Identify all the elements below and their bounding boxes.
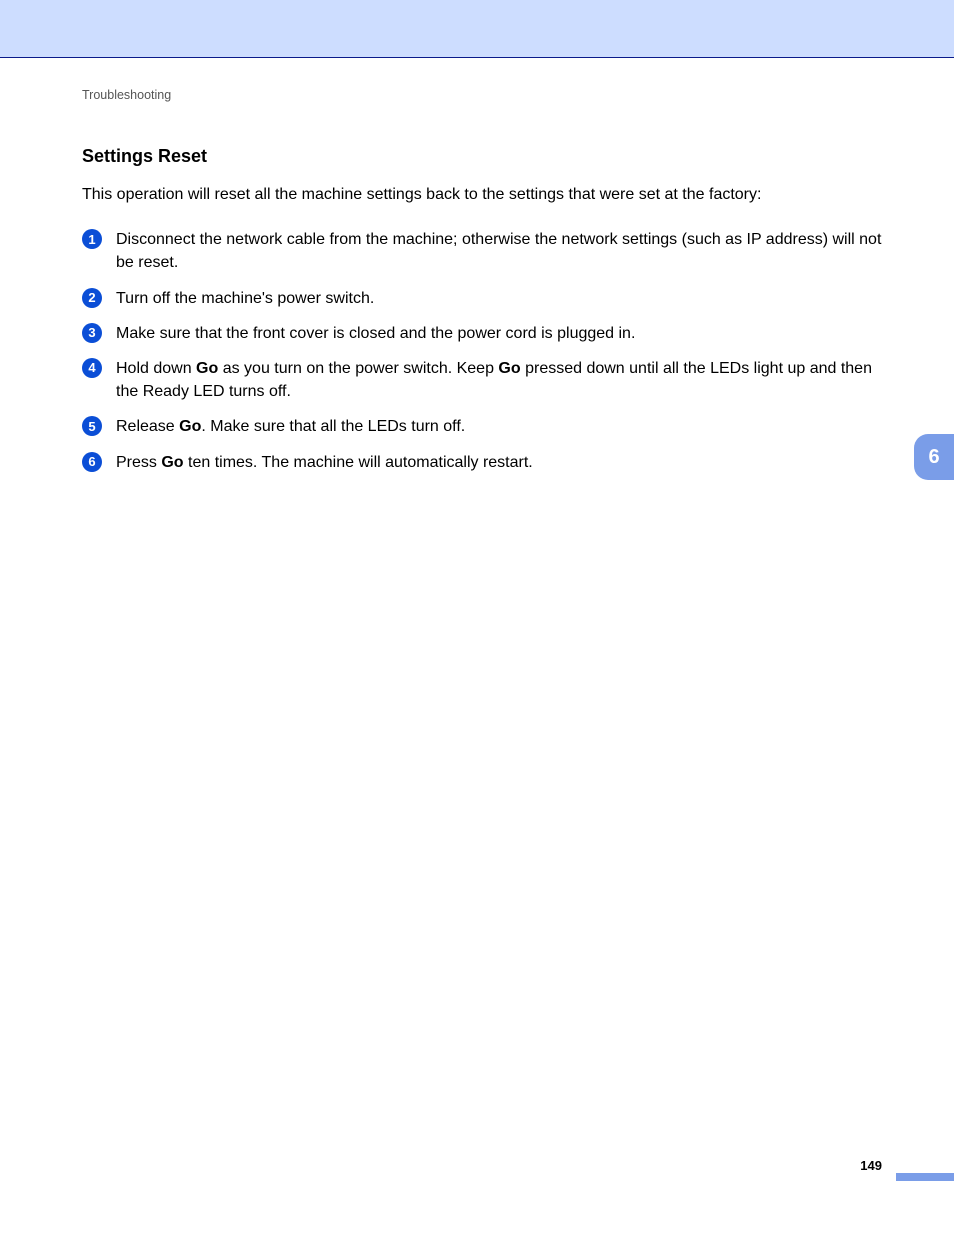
step-number-icon: 6 [82, 452, 102, 472]
step-item: 4 Hold down Go as you turn on the power s… [82, 357, 894, 403]
page-number: 149 [860, 1158, 882, 1173]
step-text: Disconnect the network cable from the ma… [116, 231, 881, 271]
step-item: 6 Press Go ten times. The machine will au… [82, 451, 894, 474]
step-item: 2 Turn off the machine's power switch. [82, 287, 894, 310]
step-number-icon: 2 [82, 288, 102, 308]
step-item: 1 Disconnect the network cable from the m… [82, 228, 894, 274]
step-text: Turn off the machine's power switch. [116, 290, 374, 307]
breadcrumb: Troubleshooting [82, 88, 894, 102]
step-text: Press Go ten times. The machine will aut… [116, 454, 533, 471]
steps-list: 1 Disconnect the network cable from the m… [82, 228, 894, 474]
bold-keyword: Go [498, 360, 520, 377]
step-number-icon: 1 [82, 229, 102, 249]
bold-keyword: Go [179, 418, 201, 435]
bold-keyword: Go [161, 454, 183, 471]
step-number-icon: 5 [82, 416, 102, 436]
intro-paragraph: This operation will reset all the machin… [82, 183, 894, 206]
step-number-icon: 4 [82, 358, 102, 378]
content-area: Troubleshooting Settings Reset This oper… [0, 58, 954, 474]
top-banner [0, 0, 954, 58]
step-text: Hold down Go as you turn on the power sw… [116, 360, 872, 400]
step-text: Make sure that the front cover is closed… [116, 325, 635, 342]
step-item: 5 Release Go. Make sure that all the LEDs… [82, 415, 894, 438]
step-item: 3 Make sure that the front cover is close… [82, 322, 894, 345]
footer-accent [896, 1173, 954, 1181]
bold-keyword: Go [196, 360, 218, 377]
page: Troubleshooting Settings Reset This oper… [0, 0, 954, 1235]
step-number-icon: 3 [82, 323, 102, 343]
chapter-tab: 6 [914, 434, 954, 480]
step-text: Release Go. Make sure that all the LEDs … [116, 418, 465, 435]
section-title: Settings Reset [82, 146, 894, 167]
